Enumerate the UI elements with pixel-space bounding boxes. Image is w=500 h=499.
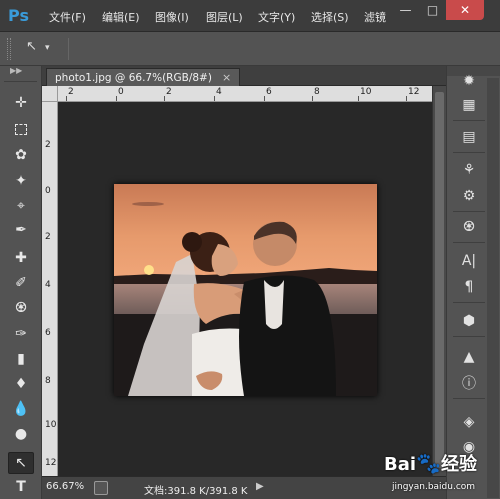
ruler-label: 4 — [216, 87, 222, 97]
restore-icon[interactable]: □ — [419, 0, 446, 20]
path-selection-icon[interactable]: ↖ — [8, 452, 34, 474]
status-icon[interactable] — [94, 481, 108, 495]
menu-edit[interactable]: 编辑(E) — [102, 9, 140, 25]
menu-file[interactable]: 文件(F) — [49, 9, 86, 25]
document-tab-bar: photo1.jpg @ 66.7%(RGB/8#) × — [42, 66, 446, 86]
scrollbar-thumb[interactable] — [435, 92, 444, 468]
ruler-label: 0 — [45, 186, 51, 196]
ruler-label: 10 — [360, 87, 372, 97]
clone-stamp-icon[interactable]: ♼ — [8, 297, 34, 319]
crop-icon[interactable]: ⌖ — [8, 195, 34, 217]
ruler-label: 12 — [408, 87, 420, 97]
options-bar: ↖ ▾ — [0, 32, 500, 66]
divider — [68, 38, 69, 60]
chevron-down-icon: ▾ — [45, 43, 50, 53]
clone-source-icon[interactable]: ⚙ — [455, 185, 483, 207]
tool-preset-picker[interactable]: ↖ ▾ — [26, 39, 58, 59]
brush-icon[interactable]: ✐ — [8, 272, 34, 294]
ruler-label: 10 — [45, 420, 57, 430]
color-wheel-icon[interactable]: ✹ — [455, 70, 483, 92]
document-tab[interactable]: photo1.jpg @ 66.7%(RGB/8#) × — [46, 68, 241, 86]
menu-layer[interactable]: 图层(L) — [206, 9, 243, 25]
baidu-watermark: Bai🐾经验 jingyan.baidu.com — [384, 450, 498, 496]
vertical-ruler[interactable]: 2 0 2 4 6 8 10 12 — [42, 102, 58, 476]
ruler-label: 8 — [45, 376, 51, 386]
canvas-area[interactable] — [58, 102, 432, 476]
blur-icon[interactable]: 💧 — [8, 398, 34, 420]
3d-icon[interactable]: ⬢ — [455, 310, 483, 332]
zoom-level-field[interactable]: 66.67% — [46, 481, 84, 492]
vertical-scrollbar[interactable] — [432, 86, 446, 476]
tools-panel: ▶▶ ✛ ✿ ✦ ⌖ ✒ ✚ ✐ ♼ ✑ ▮ ♦ 💧 ● ↖ T — [0, 66, 42, 499]
photoshop-logo: Ps — [8, 6, 29, 25]
ruler-label: 6 — [45, 328, 51, 338]
minimize-icon[interactable]: — — [392, 0, 419, 20]
info-icon[interactable]: ⓘ — [455, 372, 483, 394]
ruler-label: 2 — [45, 232, 51, 242]
path-selection-icon: ↖ — [26, 39, 37, 54]
lasso-icon[interactable]: ✿ — [8, 144, 34, 166]
photo-image — [114, 184, 377, 396]
options-grip[interactable] — [7, 38, 11, 60]
brush-presets-icon[interactable]: ⚘ — [455, 159, 483, 181]
ruler-label: 4 — [45, 280, 51, 290]
horizontal-ruler[interactable]: 2 0 2 4 6 8 10 12 — [58, 86, 432, 102]
ruler-label: 2 — [45, 140, 51, 150]
paint-bucket-icon[interactable]: ♦ — [8, 373, 34, 395]
collapse-icon[interactable]: ▶▶ — [10, 66, 22, 75]
document-info: 文档:391.8 K/391.8 K — [144, 486, 248, 497]
ruler-label: 8 — [314, 87, 320, 97]
menu-bar: Ps 文件(F) 编辑(E) 图像(I) 图层(L) 文字(Y) 选择(S) 滤… — [0, 0, 500, 32]
dock-scrollbar[interactable] — [487, 78, 499, 498]
menu-select[interactable]: 选择(S) — [311, 9, 349, 25]
layers-icon[interactable]: ◈ — [455, 411, 483, 433]
histogram-icon[interactable]: ▦ — [455, 94, 483, 116]
window-controls: — □ ✕ — [392, 0, 500, 20]
close-icon[interactable]: × — [222, 71, 231, 84]
watermark-logo: Bai🐾经验 — [384, 451, 477, 475]
type-icon[interactable]: T — [8, 476, 34, 498]
ruler-label: 12 — [45, 458, 57, 468]
menu-type[interactable]: 文字(Y) — [258, 9, 295, 25]
document-tab-title: photo1.jpg @ 66.7%(RGB/8#) — [55, 71, 212, 84]
marquee-icon[interactable] — [8, 118, 34, 140]
status-menu-arrow[interactable]: ▶ — [256, 481, 264, 492]
stamp-icon[interactable]: ♼ — [455, 216, 483, 238]
watermark-url: jingyan.baidu.com — [392, 482, 476, 492]
wedding-photo[interactable] — [114, 184, 377, 396]
move-icon[interactable]: ✛ — [8, 92, 34, 114]
toolbar-header[interactable]: ▶▶ — [4, 66, 37, 82]
eraser-icon[interactable]: ▮ — [8, 348, 34, 370]
menu-filter[interactable]: 滤镜 — [364, 9, 386, 25]
menu-image[interactable]: 图像(I) — [155, 9, 189, 25]
ruler-label: 0 — [118, 87, 124, 97]
panel-dock: ✹ ▦ ▤ ⚘ ⚙ ♼ A| ¶ ⬢ ▲ ⓘ ◈ ◉ — [446, 66, 500, 499]
dodge-icon[interactable]: ● — [8, 423, 34, 445]
close-icon[interactable]: ✕ — [446, 0, 484, 20]
ruler-label: 6 — [266, 87, 272, 97]
healing-brush-icon[interactable]: ✚ — [8, 247, 34, 269]
ruler-label: 2 — [166, 87, 172, 97]
paragraph-icon[interactable]: ¶ — [455, 276, 483, 298]
character-icon[interactable]: A| — [455, 250, 483, 272]
magic-wand-icon[interactable]: ✦ — [8, 170, 34, 192]
layer-comps-icon[interactable]: ▲ — [455, 346, 483, 368]
eyedropper-icon[interactable]: ✒ — [8, 219, 34, 241]
ruler-label: 2 — [68, 87, 74, 97]
ruler-origin[interactable] — [42, 86, 58, 102]
history-brush-icon[interactable]: ✑ — [8, 323, 34, 345]
